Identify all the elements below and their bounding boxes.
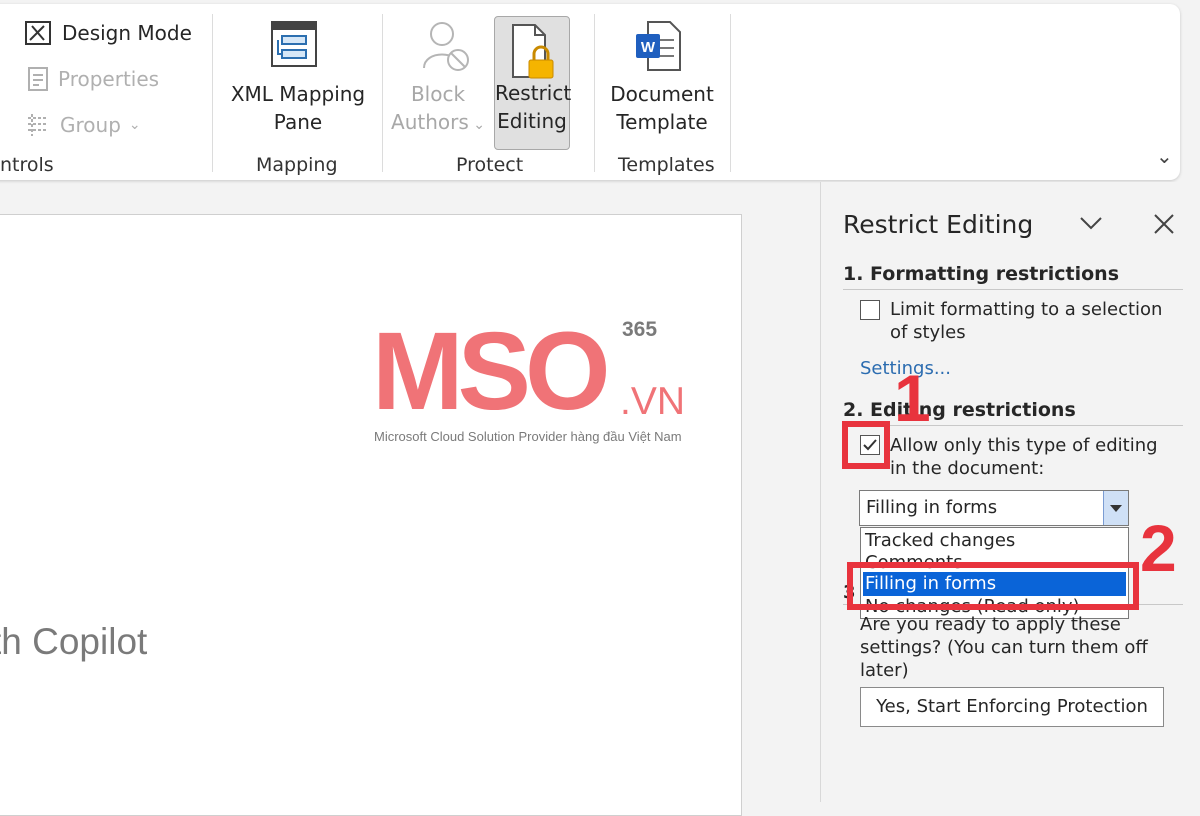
pane-title: Restrict Editing <box>843 210 1034 239</box>
start-enforcing-text-line3: later) <box>860 660 909 681</box>
restrict-editing-label-line1: Restrict <box>495 81 572 105</box>
mapping-group-label: Mapping <box>256 154 338 176</box>
chevron-down-icon: ⌄ <box>128 117 141 133</box>
mso-logo-vn: .VN <box>620 380 686 423</box>
restrict-editing-label: Restrict Editing <box>495 79 572 135</box>
section-divider <box>843 289 1183 290</box>
start-enforcing-text-line2: settings? (You can turn them off <box>860 637 1148 658</box>
document-template-label-line1: Document <box>610 82 714 106</box>
mso-logo: MSO <box>372 310 611 433</box>
annotation-step1-number: 1 <box>894 361 931 435</box>
block-authors-label-line1: Block <box>410 82 466 106</box>
design-mode-icon <box>25 21 51 45</box>
design-mode-label: Design Mode <box>62 21 192 45</box>
allow-editing-label-line2: in the document: <box>890 458 1045 479</box>
ribbon: Design Mode Properties Group ⌄ ntrols XM… <box>0 4 1180 180</box>
limit-formatting-checkbox[interactable] <box>860 300 880 320</box>
group-icon <box>28 114 48 136</box>
allow-editing-label-line1: Allow only this type of editing <box>890 435 1158 456</box>
mso-logo-365: 365 <box>622 318 658 341</box>
word-document-template-icon: W <box>634 18 684 78</box>
option-tracked-changes[interactable]: Tracked changes <box>865 530 1015 551</box>
protect-group-label: Protect <box>456 154 524 176</box>
pane-options-chevron-icon[interactable] <box>1078 210 1104 242</box>
templates-group-label: Templates <box>618 154 715 176</box>
document-template-label-line2: Template <box>616 110 708 134</box>
properties-button[interactable]: Properties <box>26 66 159 92</box>
xml-mapping-pane-button[interactable]: XML Mapping Pane <box>228 80 368 136</box>
document-text: th Copilot <box>0 621 148 662</box>
restrict-editing-button[interactable]: Restrict Editing <box>494 16 572 150</box>
chevron-down-icon: ⌄ <box>468 117 485 133</box>
ribbon-divider <box>594 14 595 172</box>
ribbon-divider <box>212 14 213 172</box>
annotation-step2-number: 2 <box>1140 511 1177 585</box>
close-icon[interactable] <box>1152 212 1176 240</box>
start-enforcing-text-line1: Are you ready to apply these <box>860 614 1121 635</box>
annotation-box-step2 <box>847 562 1139 610</box>
block-authors-button[interactable]: Block Authors ⌄ <box>388 80 488 139</box>
annotation-box-step1 <box>842 421 890 469</box>
editing-restrictions-heading: 2. Editing restrictions <box>843 399 1076 421</box>
start-enforcing-protection-button[interactable]: Yes, Start Enforcing Protection <box>860 687 1164 727</box>
ribbon-divider <box>382 14 383 172</box>
block-authors-label-line2: Authors <box>391 110 469 134</box>
group-button[interactable]: Group ⌄ <box>24 112 141 138</box>
restrict-editing-icon <box>507 21 557 85</box>
limit-formatting-label-line2: of styles <box>890 322 966 343</box>
restrict-editing-label-line2: Editing <box>497 109 567 133</box>
controls-group-label: ntrols <box>0 154 54 176</box>
xml-mapping-label-line1: XML Mapping <box>230 82 366 106</box>
properties-label: Properties <box>58 67 160 91</box>
formatting-restrictions-heading: 1. Formatting restrictions <box>843 263 1120 285</box>
group-label: Group <box>60 113 121 137</box>
block-authors-icon <box>420 18 472 78</box>
document-template-button[interactable]: Document Template <box>602 80 722 136</box>
properties-icon <box>28 67 48 91</box>
mso-logo-tagline: Microsoft Cloud Solution Provider hàng đ… <box>374 429 682 444</box>
document-page[interactable]: th Copilot <box>0 214 742 816</box>
ribbon-collapse-chevron-icon[interactable]: ⌄ <box>1156 144 1173 168</box>
limit-formatting-label-line1: Limit formatting to a selection <box>890 299 1163 320</box>
design-mode-button[interactable]: Design Mode <box>24 20 192 46</box>
svg-text:W: W <box>641 39 656 56</box>
dropdown-arrow-icon[interactable] <box>1103 491 1128 525</box>
editing-type-dropdown[interactable]: Filling in forms <box>859 490 1129 526</box>
xml-mapping-label-line2: Pane <box>273 110 323 134</box>
dropdown-value: Filling in forms <box>866 497 998 518</box>
ribbon-divider <box>730 14 731 172</box>
xml-mapping-icon <box>268 18 320 74</box>
